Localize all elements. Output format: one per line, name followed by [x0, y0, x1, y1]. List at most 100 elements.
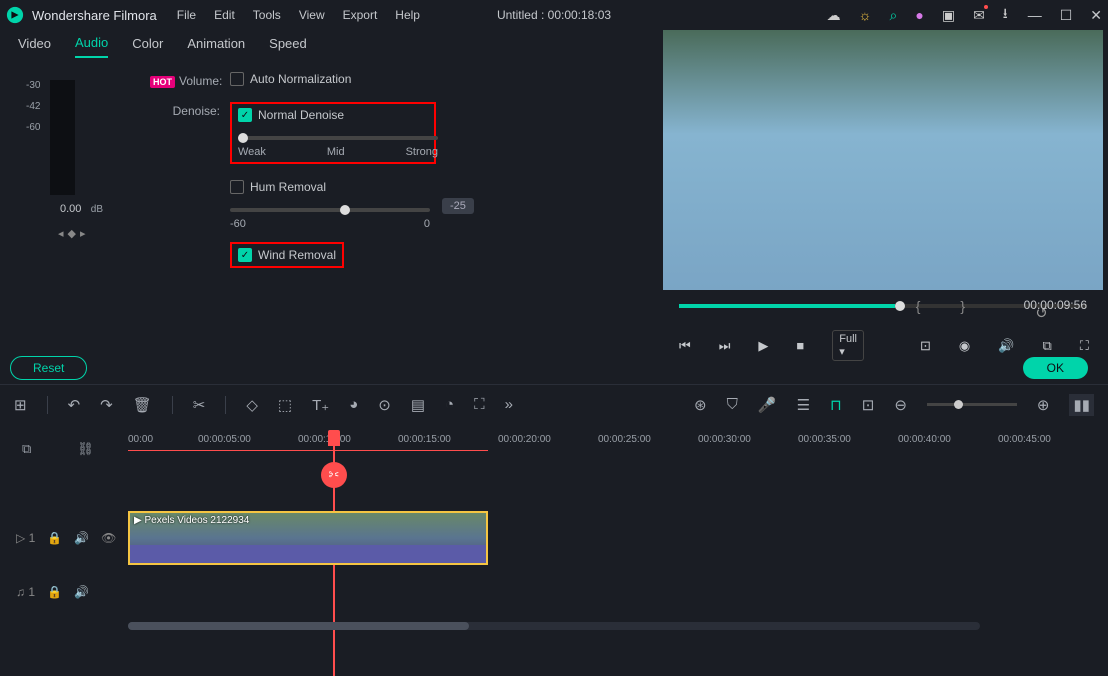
play-icon[interactable]: ▶	[758, 338, 768, 354]
color-icon[interactable]: ●	[915, 7, 923, 23]
label-strong: Strong	[406, 146, 438, 158]
preview-viewport[interactable]	[663, 30, 1103, 290]
magnet-icon[interactable]: ⊓	[830, 396, 842, 414]
add-keyframe-icon[interactable]: ◆	[68, 228, 80, 240]
markers-icon[interactable]: { }	[916, 298, 983, 314]
hum-slider-labels: -60 0	[230, 218, 430, 230]
close-icon[interactable]: ✕	[1090, 7, 1102, 24]
menu-tools[interactable]: Tools	[253, 8, 281, 22]
cloud-icon[interactable]: ☁	[827, 7, 841, 24]
timeline-toolbar: ⊞ ↶ ↷ 🗑 ✂ ◇ ⬚ T₊ ◕ ⊙ ▤ ◔ ⛶ » ⊛ ⛉ 🎤 ☰ ⊓ ⊡…	[0, 384, 1108, 424]
meter-value: 0.00	[60, 203, 81, 215]
tab-video[interactable]: Video	[18, 36, 51, 57]
greenscreen-icon[interactable]: ▤	[411, 396, 425, 414]
color-icon[interactable]: ⊙	[378, 396, 391, 414]
ruler-active-range	[128, 450, 488, 451]
wind-removal-group: ✓ Wind Removal	[230, 242, 344, 268]
normal-denoise-checkbox[interactable]: ✓ Normal Denoise	[238, 108, 428, 122]
tab-speed[interactable]: Speed	[269, 36, 307, 57]
lock-icon[interactable]: 🔒	[47, 585, 62, 599]
mixer-icon[interactable]: ☰	[797, 396, 810, 414]
video-track-header: ▷ 1 🔒 🔊 👁	[0, 531, 128, 545]
meter-nav: ◂◆▸	[58, 227, 120, 240]
timeline-header: ⧉ ⛓ 00:00 00:00:05:00 00:00:10:00 00:00:…	[0, 424, 1108, 474]
ruler-tick: 00:00:15:00	[398, 434, 451, 445]
video-track: ▷ 1 🔒 🔊 👁 ▶ Pexels Videos 2122934	[0, 508, 1108, 568]
display-icon[interactable]: ⊡	[920, 338, 931, 354]
step-fwd-icon[interactable]: ⏭	[719, 338, 731, 354]
playhead[interactable]: ✂	[328, 430, 347, 488]
menu-file[interactable]: File	[177, 8, 196, 22]
app-name: Wondershare Filmora	[32, 8, 157, 23]
prev-keyframe-icon[interactable]: ◂	[58, 228, 68, 240]
grid-icon[interactable]: ⊞	[14, 396, 27, 414]
menu-help[interactable]: Help	[395, 8, 420, 22]
wind-removal-checkbox[interactable]: ✓ Wind Removal	[238, 248, 336, 262]
audio-track-header: ♫ 1 🔒 🔊	[0, 585, 128, 599]
meter-tick: -30	[26, 80, 40, 101]
zoom-in-icon[interactable]: ⊕	[1037, 396, 1050, 414]
label-weak: Weak	[238, 146, 266, 158]
audio-icon[interactable]: 🔊	[998, 338, 1014, 354]
lock-icon[interactable]: 🔒	[47, 531, 62, 545]
checkbox-icon: ✓	[238, 248, 252, 262]
menu-export[interactable]: Export	[343, 8, 378, 22]
text-icon[interactable]: T₊	[312, 396, 329, 414]
marker-icon[interactable]: ⊡	[862, 396, 875, 414]
meter-tick: -60	[26, 122, 40, 143]
keyframe-icon[interactable]: ◔	[445, 396, 454, 413]
shield-icon[interactable]: ⛉	[727, 396, 738, 413]
minimize-icon[interactable]: ―	[1028, 7, 1042, 24]
tab-animation[interactable]: Animation	[187, 36, 245, 57]
redo-icon[interactable]: ↷	[100, 396, 113, 414]
reset-button[interactable]: Reset	[10, 356, 87, 380]
normal-denoise-group: ✓ Normal Denoise Weak Mid Strong	[230, 102, 436, 164]
tab-color[interactable]: Color	[132, 36, 163, 57]
video-track-label: ▷ 1	[16, 531, 35, 545]
menu-view[interactable]: View	[299, 8, 325, 22]
tag-icon[interactable]: ◇	[246, 396, 258, 414]
audio-meter: -30 -42 -60	[50, 80, 75, 195]
undo-icon[interactable]: ↶	[68, 396, 81, 414]
meter-ticks: -30 -42 -60	[26, 80, 40, 143]
mute-icon[interactable]: 🔊	[74, 531, 89, 545]
hum-value: -25	[442, 198, 474, 214]
hum-slider[interactable]	[230, 208, 430, 212]
zoom-slider[interactable]	[927, 403, 1017, 406]
save-icon[interactable]: ▣	[942, 7, 955, 24]
video-clip[interactable]: ▶ Pexels Videos 2122934	[128, 511, 488, 565]
pip-icon[interactable]: ⧉	[1042, 338, 1051, 354]
hot-badge: HOT	[150, 76, 175, 88]
mute-icon[interactable]: 🔊	[74, 585, 89, 599]
effect-icon[interactable]: ⊛	[694, 396, 707, 414]
checkbox-icon	[230, 180, 244, 194]
stop-icon[interactable]: ■	[796, 338, 804, 353]
tab-audio[interactable]: Audio	[75, 35, 108, 58]
snapshot-icon[interactable]: ◉	[959, 338, 970, 354]
speed-icon[interactable]: ◕	[349, 396, 358, 413]
quality-dropdown[interactable]: Full ▾	[832, 330, 864, 361]
delete-icon[interactable]: 🗑	[133, 396, 152, 414]
cut-icon[interactable]: ✂	[193, 396, 206, 414]
chain-icon[interactable]: ⛓	[77, 441, 94, 457]
ruler-tick: 00:00:05:00	[198, 434, 251, 445]
more-icon[interactable]: »	[505, 396, 513, 413]
denoise-slider[interactable]	[238, 136, 438, 140]
maximize-icon[interactable]: ☐	[1060, 7, 1073, 24]
link-icon[interactable]: ⧉	[22, 441, 31, 457]
menu-edit[interactable]: Edit	[214, 8, 235, 22]
fit-icon[interactable]: ▮▮	[1069, 394, 1094, 416]
mail-icon[interactable]: ✉	[973, 7, 985, 24]
next-keyframe-icon[interactable]: ▸	[80, 228, 90, 240]
bulb-icon[interactable]: ☼	[859, 7, 872, 23]
fullscreen-icon[interactable]: ⛶	[1080, 338, 1089, 354]
mic-icon[interactable]: 🎤	[758, 396, 777, 414]
visible-icon[interactable]: 👁	[101, 531, 116, 545]
crop-icon[interactable]: ⬚	[278, 396, 292, 414]
timeline-scrollbar[interactable]	[128, 622, 980, 630]
step-back-icon[interactable]: ⏮	[679, 338, 691, 354]
zoom-out-icon[interactable]: ⊖	[894, 396, 907, 414]
headset-icon[interactable]: ⌕	[890, 7, 898, 24]
expand-icon[interactable]: ⛶	[474, 396, 485, 413]
download-icon[interactable]: ⭳	[1003, 3, 1008, 27]
